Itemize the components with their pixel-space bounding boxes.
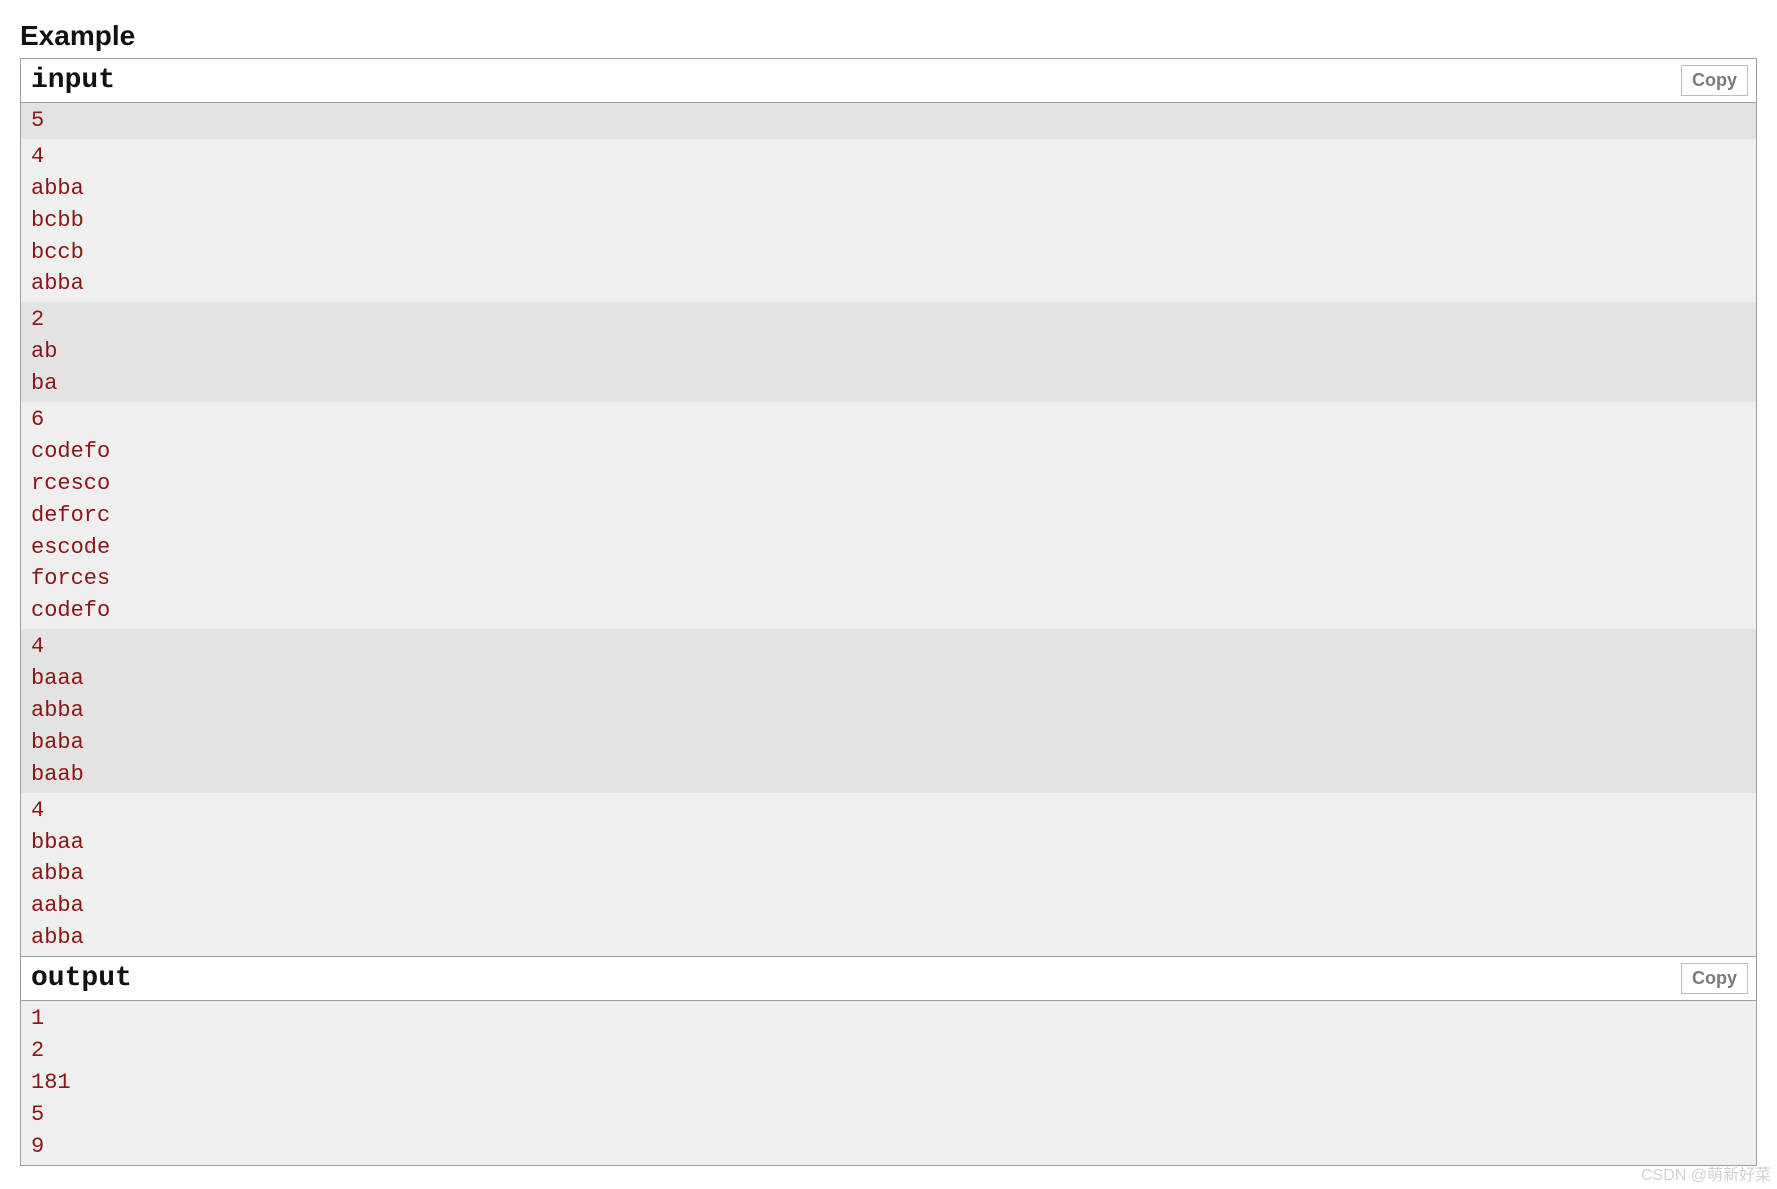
- code-line: 4: [31, 141, 1748, 173]
- input-header: input Copy: [21, 59, 1756, 103]
- code-line: 4: [31, 795, 1748, 827]
- code-line: abba: [31, 695, 1748, 727]
- output-box: output Copy 1218159: [20, 957, 1757, 1165]
- code-line: bcbb: [31, 205, 1748, 237]
- input-body: 54abbabcbbbccbabba2abba6codeforcescodefo…: [21, 103, 1756, 956]
- code-group: 5: [21, 103, 1756, 139]
- code-line: 5: [31, 105, 1748, 137]
- code-line: aaba: [31, 890, 1748, 922]
- code-line: codefo: [31, 436, 1748, 468]
- code-line: abba: [31, 922, 1748, 954]
- code-line: bccb: [31, 237, 1748, 269]
- copy-button[interactable]: Copy: [1681, 963, 1748, 994]
- output-body: 1218159: [21, 1001, 1756, 1164]
- code-line: 2: [31, 304, 1748, 336]
- code-group: 6codeforcescodeforcescodeforcescodefo: [21, 402, 1756, 629]
- code-line: rcesco: [31, 468, 1748, 500]
- code-group: 4baaaabbabababaab: [21, 629, 1756, 792]
- code-group: 4abbabcbbbccbabba: [21, 139, 1756, 302]
- code-line: 9: [31, 1131, 1748, 1163]
- code-line: abba: [31, 858, 1748, 890]
- code-group: 1218159: [21, 1001, 1756, 1164]
- code-line: forces: [31, 563, 1748, 595]
- code-line: 181: [31, 1067, 1748, 1099]
- code-line: deforc: [31, 500, 1748, 532]
- code-line: codefo: [31, 595, 1748, 627]
- code-line: ab: [31, 336, 1748, 368]
- code-line: baba: [31, 727, 1748, 759]
- code-line: abba: [31, 173, 1748, 205]
- code-line: 2: [31, 1035, 1748, 1067]
- copy-button[interactable]: Copy: [1681, 65, 1748, 96]
- code-group: 2abba: [21, 302, 1756, 402]
- input-box: inputCopy54abbabcbbbccbabba2abba6codefor…: [20, 58, 1757, 957]
- output-header: output Copy: [21, 957, 1756, 1001]
- code-line: 4: [31, 631, 1748, 663]
- code-line: bbaa: [31, 827, 1748, 859]
- code-line: abba: [31, 268, 1748, 300]
- code-line: escode: [31, 532, 1748, 564]
- code-line: baaa: [31, 663, 1748, 695]
- output-title: output: [31, 963, 132, 994]
- code-line: ba: [31, 368, 1748, 400]
- code-line: 1: [31, 1003, 1748, 1035]
- example-heading: Example: [20, 20, 1757, 52]
- code-line: 6: [31, 404, 1748, 436]
- code-line: baab: [31, 759, 1748, 791]
- code-line: 5: [31, 1099, 1748, 1131]
- code-group: 4bbaaabbaaabaabba: [21, 793, 1756, 956]
- input-title: input: [31, 65, 115, 96]
